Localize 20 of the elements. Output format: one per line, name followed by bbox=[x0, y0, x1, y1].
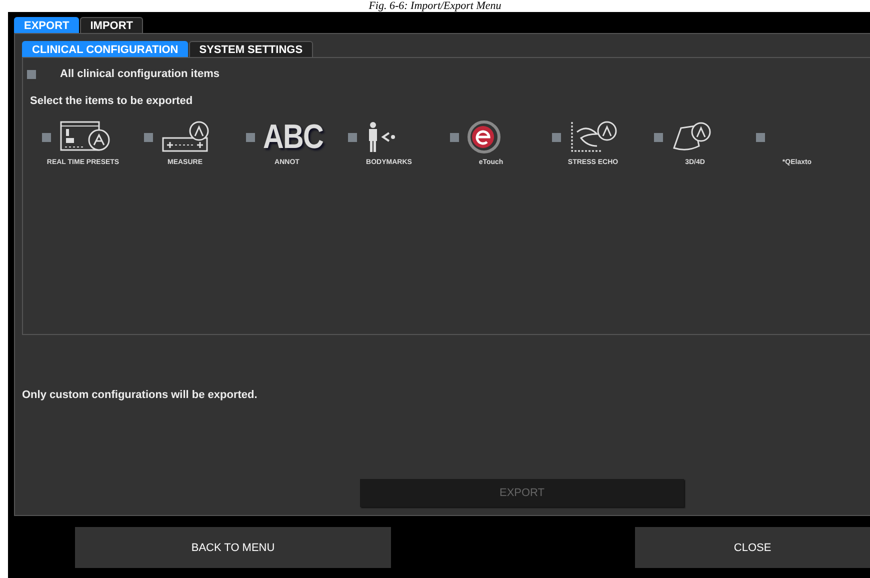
checkbox[interactable] bbox=[42, 132, 51, 142]
checkbox[interactable] bbox=[552, 132, 561, 142]
action-button[interactable]: CLOSE bbox=[635, 527, 870, 568]
figure-caption: Fig. 6-6: Import/Export Menu bbox=[368, 0, 502, 12]
tab[interactable]: SYSTEM SETTINGS bbox=[189, 41, 313, 57]
e-logo-icon bbox=[467, 120, 501, 154]
checkbox[interactable] bbox=[27, 70, 36, 78]
tab[interactable]: IMPORT bbox=[80, 17, 144, 33]
note-text: Only custom configurations will be exported. bbox=[22, 389, 258, 401]
presets-icon bbox=[59, 120, 111, 154]
checkbox[interactable] bbox=[246, 132, 255, 142]
checkbox-label: All clinical configuration items bbox=[60, 68, 220, 80]
action-button[interactable]: BACK TO MENU bbox=[75, 527, 392, 568]
instruction-text: Select the items to be exported bbox=[30, 95, 194, 107]
checkbox[interactable] bbox=[654, 132, 663, 142]
text-icon: ABC bbox=[263, 118, 324, 156]
checkbox[interactable] bbox=[450, 132, 459, 142]
checkbox[interactable] bbox=[348, 132, 357, 142]
checkbox[interactable] bbox=[144, 132, 153, 142]
checkbox[interactable] bbox=[756, 132, 765, 142]
